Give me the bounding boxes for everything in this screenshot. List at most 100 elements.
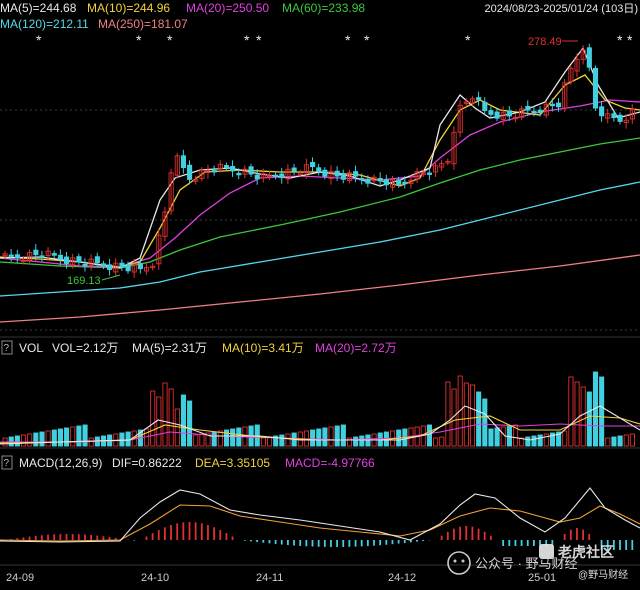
volume-title[interactable]: VOL [19,341,43,355]
candle[interactable] [426,172,433,175]
volume-bar[interactable] [279,434,285,447]
volume-bar[interactable] [64,427,70,447]
candle[interactable] [488,110,494,115]
candle[interactable] [494,111,500,119]
candle[interactable] [8,254,14,257]
volume-bar[interactable] [211,431,217,447]
stock-chart[interactable]: MA(5)=244.68 MA(10)=244.96 MA(20)=250.50… [0,0,640,590]
candle[interactable] [76,256,82,263]
candle[interactable] [137,263,143,270]
volume-bar[interactable] [82,424,88,447]
candle[interactable] [396,179,402,186]
event-marker[interactable]: * [617,32,623,48]
candle[interactable] [100,263,107,267]
volume-bar[interactable] [586,391,592,447]
candle[interactable] [599,106,605,117]
volume-bar[interactable] [57,428,63,447]
volume-bar[interactable] [476,391,482,447]
volume-bar[interactable] [39,431,45,447]
volume-bar[interactable] [599,376,605,447]
volume-bar[interactable] [531,435,537,447]
candle[interactable] [94,256,100,264]
candle[interactable] [556,102,562,108]
volume-bar[interactable] [494,427,500,447]
candle[interactable] [279,173,285,179]
candle[interactable] [334,170,340,177]
candle[interactable] [592,67,599,109]
candle[interactable] [482,101,488,112]
candle[interactable] [611,113,617,119]
volume-bar[interactable] [488,428,494,447]
volume-bar[interactable] [525,436,531,447]
volume-bar[interactable] [76,425,82,447]
event-marker[interactable]: * [256,32,262,48]
event-marker[interactable]: * [345,32,351,48]
candle[interactable] [119,262,125,268]
volume-bar[interactable] [14,435,20,447]
volume-bar[interactable] [482,398,488,447]
candle[interactable] [322,169,328,177]
candle[interactable] [64,256,70,264]
volume-bar[interactable] [230,428,236,447]
candle[interactable] [273,174,279,178]
event-marker[interactable]: * [364,32,370,48]
candle[interactable] [223,165,230,169]
event-marker[interactable]: * [136,32,142,48]
candle[interactable] [125,264,131,272]
volume-bar[interactable] [180,394,187,447]
candle[interactable] [476,97,482,101]
candle[interactable] [33,249,39,256]
volume-bar[interactable] [611,436,617,447]
event-marker[interactable]: * [465,32,471,48]
volume-bar[interactable] [537,434,543,447]
candle[interactable] [230,165,236,172]
candle[interactable] [537,109,543,114]
volume-bar[interactable] [187,400,193,447]
volume-bar[interactable] [33,432,39,447]
volume-bar[interactable] [125,431,131,447]
volume-bar[interactable] [353,436,359,447]
candle[interactable] [310,161,316,168]
candle[interactable] [365,178,371,184]
candle[interactable] [180,155,187,169]
event-marker[interactable]: * [167,32,173,48]
volume-bar[interactable] [426,424,433,447]
candle[interactable] [291,167,297,172]
candle[interactable] [316,167,322,172]
volume-bar[interactable] [359,435,365,447]
candle[interactable] [57,254,63,260]
candle[interactable] [14,254,20,259]
volume-bar[interactable] [334,425,340,447]
candle[interactable] [248,166,254,175]
candle[interactable] [82,263,88,267]
candle[interactable] [506,110,512,117]
candle[interactable] [525,105,531,111]
event-marker[interactable]: * [244,32,250,48]
candle[interactable] [39,255,45,258]
candle[interactable] [51,253,57,256]
volume-bar[interactable] [322,427,328,447]
candle[interactable] [340,173,346,180]
candle[interactable] [586,47,592,68]
candle[interactable] [187,164,193,180]
candle[interactable] [353,171,359,177]
volume-bar[interactable] [617,435,623,447]
candle[interactable] [107,264,113,270]
candle[interactable] [383,179,389,186]
candle[interactable] [549,103,555,107]
volume-bar[interactable] [310,429,316,447]
macd-title[interactable]: MACD(12,26,9) [19,456,102,470]
volume-bar[interactable] [119,432,125,447]
candle[interactable] [236,172,242,176]
volume-bar[interactable] [316,428,322,447]
candle[interactable] [211,170,217,173]
volume-bar[interactable] [51,429,57,447]
candle[interactable] [359,178,365,181]
event-marker[interactable]: * [36,32,42,48]
candle[interactable] [531,110,537,114]
candle[interactable] [402,181,408,185]
candle[interactable] [377,177,383,182]
candle[interactable] [617,114,623,122]
event-marker[interactable]: * [627,32,633,48]
volume-bar[interactable] [340,424,346,447]
